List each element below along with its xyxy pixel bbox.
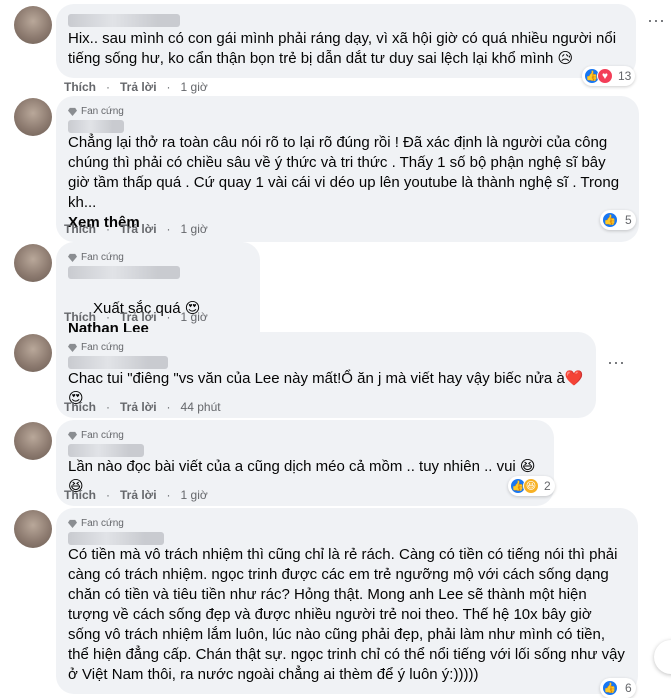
reply-link[interactable]: Trả lời: [120, 222, 157, 236]
comment-text: Hix.. sau mình có con gái mình phải ráng…: [68, 30, 621, 67]
separator: ·: [166, 310, 171, 324]
separator: ·: [106, 400, 110, 414]
like-link[interactable]: Thích: [64, 222, 96, 236]
like-link[interactable]: Thích: [64, 310, 96, 324]
avatar[interactable]: [14, 334, 52, 372]
haha-reaction-icon: 😆: [523, 478, 539, 494]
reply-link[interactable]: Trả lời: [120, 80, 157, 94]
badge-label: Fan cứng: [81, 341, 124, 353]
badge-label: Fan cứng: [81, 517, 124, 529]
badge-label: Fan cứng: [81, 251, 124, 263]
commenter-name[interactable]: [68, 120, 124, 133]
comment-actions: Thích · Trả lời · 1 giờ: [64, 222, 208, 236]
more-options-icon[interactable]: ···: [606, 353, 626, 376]
diamond-icon: [68, 519, 77, 528]
like-reaction-icon: 👍: [602, 680, 618, 696]
comment-time[interactable]: 44 phút: [181, 400, 221, 414]
fan-badge: Fan cứng: [68, 340, 584, 354]
separator: ·: [106, 310, 110, 324]
separator: ·: [166, 400, 171, 414]
reaction-count: 13: [618, 69, 632, 83]
reaction-summary[interactable]: 👍 5: [600, 210, 636, 230]
like-link[interactable]: Thích: [64, 400, 96, 414]
separator: ·: [106, 488, 110, 502]
fan-badge: Fan cứng: [68, 250, 248, 264]
avatar[interactable]: [14, 244, 52, 282]
commenter-name[interactable]: [68, 266, 180, 279]
diamond-icon: [68, 107, 77, 116]
commenter-name[interactable]: [68, 444, 144, 457]
separator: ·: [106, 222, 110, 236]
avatar[interactable]: [14, 6, 52, 44]
reaction-summary[interactable]: 👍 ♥ 13: [582, 66, 636, 86]
badge-label: Fan cứng: [81, 105, 124, 117]
comment-text: Có tiền mà vô trách nhiệm thì cũng chỉ l…: [68, 546, 630, 683]
reaction-count: 2: [544, 479, 551, 493]
comment-time[interactable]: 1 giờ: [181, 222, 208, 236]
separator: ·: [106, 80, 110, 94]
diamond-icon: [68, 253, 77, 262]
separator: ·: [166, 222, 171, 236]
like-link[interactable]: Thích: [64, 488, 96, 502]
comment-actions: Thích · Trả lời · 1 giờ: [64, 488, 208, 502]
like-link[interactable]: Thích: [64, 80, 96, 94]
comment-actions: Thích · Trả lời · 1 giờ: [64, 310, 208, 324]
new-message-button[interactable]: [654, 640, 671, 674]
fan-badge: Fan cứng: [68, 428, 542, 442]
avatar[interactable]: [14, 98, 52, 136]
separator: ·: [166, 488, 171, 502]
more-options-icon[interactable]: ···: [646, 11, 666, 34]
diamond-icon: [68, 343, 77, 352]
reaction-summary[interactable]: 👍 😆 2: [508, 476, 555, 496]
comment-time[interactable]: 1 giờ: [181, 310, 208, 324]
badge-label: Fan cứng: [81, 429, 124, 441]
like-reaction-icon: 👍: [602, 212, 618, 228]
commenter-name[interactable]: [68, 532, 164, 545]
comment-bubble: Hix.. sau mình có con gái mình phải ráng…: [56, 4, 636, 78]
reply-link[interactable]: Trả lời: [120, 310, 157, 324]
comment-bubble: Fan cứng Có tiền mà vô trách nhiệm thì c…: [56, 508, 638, 694]
avatar[interactable]: [14, 510, 52, 548]
love-reaction-icon: ♥: [597, 68, 613, 84]
separator: ·: [166, 80, 171, 94]
comment-time[interactable]: 1 giờ: [181, 488, 208, 502]
reply-link[interactable]: Trả lời: [120, 400, 157, 414]
comment-actions: Thích · Trả lời · 1 giờ: [64, 80, 208, 94]
comment-bubble: Fan cứng Chẳng lại thở ra toàn câu nói r…: [56, 96, 639, 242]
comment-text: Chẳng lại thở ra toàn câu nói rõ to lại …: [68, 134, 624, 211]
commenter-name[interactable]: [68, 356, 168, 369]
avatar[interactable]: [14, 422, 52, 460]
comment-actions: Thích · Trả lời · 44 phút: [64, 400, 221, 414]
fan-badge: Fan cứng: [68, 104, 627, 118]
reaction-count: 6: [625, 681, 632, 695]
reaction-summary[interactable]: 👍 6: [600, 678, 636, 698]
diamond-icon: [68, 431, 77, 440]
fan-badge: Fan cứng: [68, 516, 626, 530]
commenter-name[interactable]: [68, 14, 180, 27]
reply-link[interactable]: Trả lời: [120, 488, 157, 502]
reaction-count: 5: [625, 213, 632, 227]
comment-time[interactable]: 1 giờ: [181, 80, 208, 94]
